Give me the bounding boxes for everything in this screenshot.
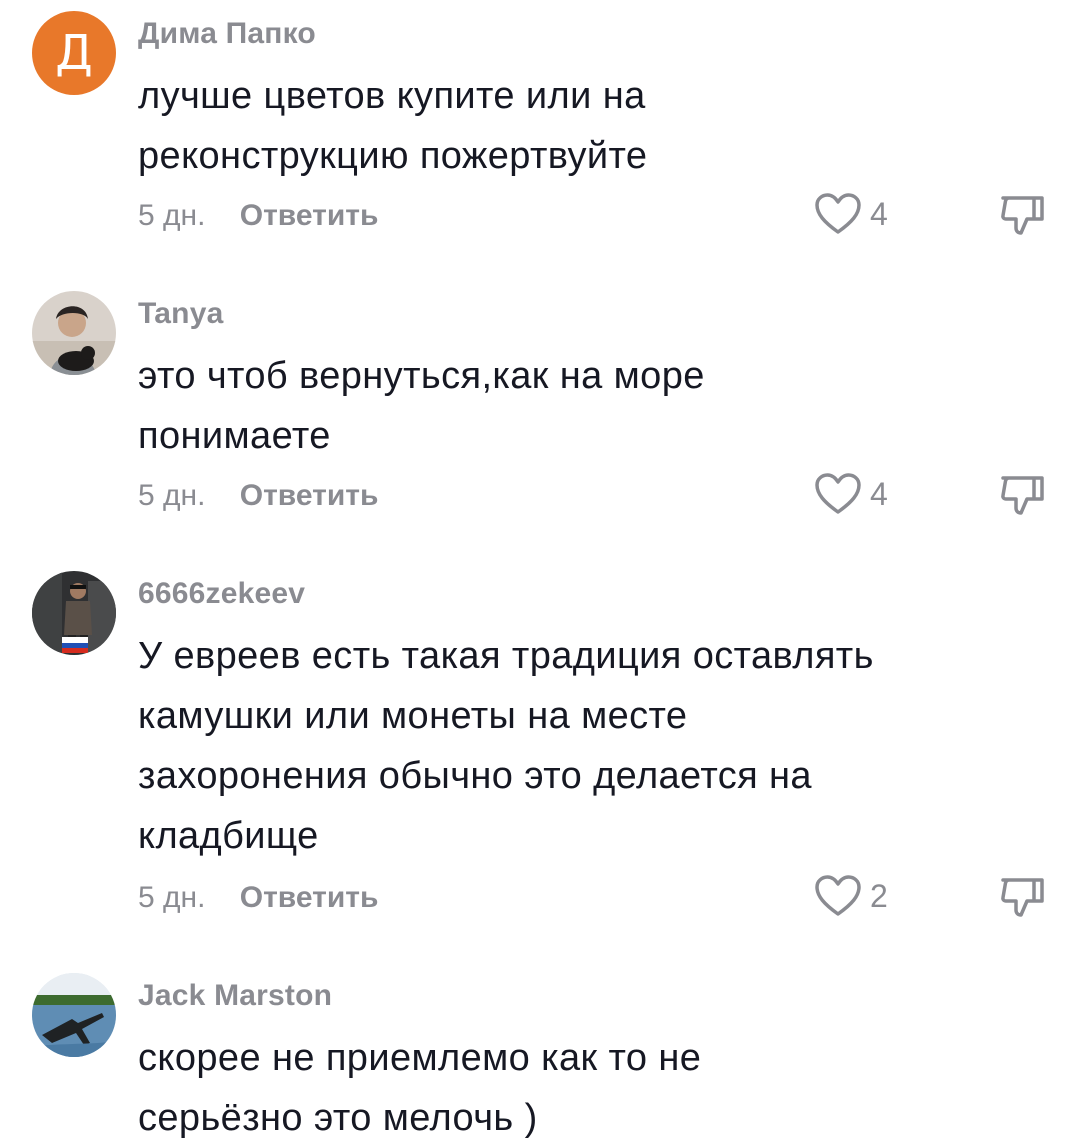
- like-count: 4: [870, 475, 888, 512]
- comment-username[interactable]: Jack Marston: [138, 979, 332, 1013]
- comment-text: это чтоб вернуться,как на море понимаете: [138, 346, 998, 466]
- comment-meta: 5 дн. Ответить: [138, 479, 378, 513]
- reply-button[interactable]: Ответить: [240, 881, 379, 914]
- comment-text-line: лучше цветов купите или на: [138, 75, 646, 117]
- heart-outline-icon: [815, 875, 861, 916]
- comment-username[interactable]: Дима Папко: [138, 17, 316, 51]
- reply-button[interactable]: Ответить: [240, 479, 379, 512]
- avatar[interactable]: Д: [32, 11, 116, 95]
- comment-text-line: реконструкцию пожертвуйте: [138, 135, 648, 177]
- comment-text-line: камушки или монеты на месте: [138, 695, 688, 737]
- comment-text-line: скорее не приемлемо как то не: [138, 1037, 702, 1079]
- avatar[interactable]: [32, 291, 116, 375]
- comment-text: скорее не приемлемо как то не серьёзно э…: [138, 1028, 998, 1144]
- avatar[interactable]: [32, 571, 116, 655]
- thumbs-down-icon: [1001, 476, 1044, 515]
- comment-text: У евреев есть такая традиция оставлять к…: [138, 626, 998, 866]
- reply-button[interactable]: Ответить: [240, 199, 379, 232]
- like-button[interactable]: 4: [814, 192, 888, 236]
- avatar-photo: [32, 973, 116, 1057]
- dislike-button[interactable]: [998, 472, 1048, 518]
- dislike-button[interactable]: [998, 192, 1048, 238]
- heart-outline-icon: [815, 473, 861, 514]
- heart-outline-icon: [815, 193, 861, 234]
- comment-meta: 5 дн. Ответить: [138, 199, 378, 233]
- comment-text-line: серьёзно это мелочь ): [138, 1097, 538, 1139]
- comment-timestamp: 5 дн.: [138, 881, 206, 914]
- like-button[interactable]: 4: [814, 472, 888, 516]
- like-count: 4: [870, 195, 888, 232]
- comment-text-line: захоронения обычно это делается на: [138, 755, 812, 797]
- comment-text-line: У евреев есть такая традиция оставлять: [138, 635, 874, 677]
- like-button[interactable]: 2: [814, 874, 888, 918]
- avatar-photo: [32, 571, 116, 655]
- comment-text: лучше цветов купите или на реконструкцию…: [138, 66, 998, 186]
- dislike-button[interactable]: [998, 874, 1048, 920]
- comment-text-line: понимаете: [138, 415, 331, 457]
- avatar-photo: [32, 291, 116, 375]
- comment-timestamp: 5 дн.: [138, 479, 206, 512]
- comment-username[interactable]: 6666zekeev: [138, 577, 305, 611]
- comment-text-line: это чтоб вернуться,как на море: [138, 355, 705, 397]
- comment-timestamp: 5 дн.: [138, 199, 206, 232]
- comment-meta: 5 дн. Ответить: [138, 881, 378, 915]
- avatar[interactable]: [32, 973, 116, 1057]
- thumbs-down-icon: [1001, 878, 1044, 917]
- thumbs-down-icon: [1001, 196, 1044, 235]
- like-count: 2: [870, 877, 888, 914]
- comment-text-line: кладбище: [138, 815, 319, 857]
- comment-username[interactable]: Tanya: [138, 297, 223, 331]
